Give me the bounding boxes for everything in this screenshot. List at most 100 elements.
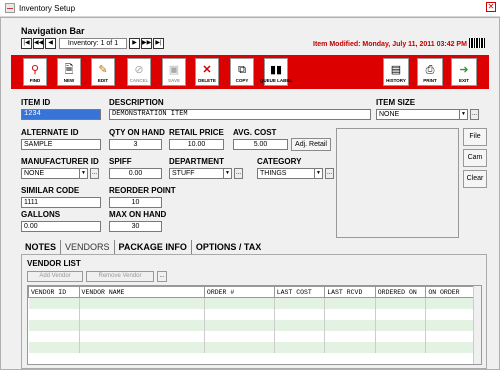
vendor-grid[interactable]: VENDOR ID VENDOR NAME ORDER # LAST COST … <box>27 285 482 365</box>
description-input[interactable]: DEMONSTRATION ITEM <box>109 109 371 120</box>
max-on-hand-label: MAX ON HAND <box>109 210 167 219</box>
alt-number-label: ALTERNATE ID <box>21 128 79 137</box>
alt-number-input[interactable]: SAMPLE <box>21 139 101 150</box>
table-row <box>28 319 481 331</box>
item-id-input[interactable]: 1234 <box>21 109 101 120</box>
item-size-select[interactable]: NONE <box>376 109 464 120</box>
category-label: CATEGORY <box>257 157 302 166</box>
prev-record-button[interactable]: ◀ <box>45 38 56 49</box>
chevron-down-icon[interactable]: ▼ <box>223 168 232 179</box>
window-title: Inventory Setup <box>19 3 76 13</box>
qty-on-hand-label: QTY ON HAND <box>109 128 165 137</box>
save-button[interactable]: ▣ SAVE <box>162 58 186 86</box>
copy-button[interactable]: ⧉ COPY <box>230 58 254 86</box>
app-icon <box>5 3 15 13</box>
department-more-button[interactable]: ... <box>234 168 243 179</box>
vendor-list-title: VENDOR LIST <box>27 259 81 268</box>
avg-cost-input[interactable]: 5.00 <box>233 139 288 150</box>
category-more-button[interactable]: ... <box>325 168 334 179</box>
item-id-label: ITEM ID <box>21 98 51 107</box>
col-order-number[interactable]: ORDER # <box>203 286 275 298</box>
col-last-cost[interactable]: LAST COST <box>273 286 326 298</box>
table-row <box>28 308 481 320</box>
qty-on-hand-input[interactable]: 3 <box>109 139 162 150</box>
save-icon: ▣ <box>168 64 180 76</box>
cancel-icon: ⊘ <box>134 64 144 76</box>
print-button[interactable]: ⎙ PRINT <box>417 58 443 86</box>
item-image-area[interactable] <box>336 128 459 238</box>
close-icon[interactable]: ✕ <box>486 2 496 12</box>
edit-icon: ✎ <box>98 64 108 76</box>
col-ordered-on[interactable]: ORDERED ON <box>374 286 427 298</box>
barcode-label-icon: ▮▮ <box>269 64 283 76</box>
col-vendor-id[interactable]: VENDOR ID <box>28 286 80 298</box>
chevron-down-icon[interactable]: ▼ <box>459 109 468 120</box>
copy-icon: ⧉ <box>238 64 246 76</box>
edit-button[interactable]: ✎ EDIT <box>91 58 115 86</box>
exit-door-icon: ➜ <box>459 64 469 76</box>
delete-icon: ✕ <box>202 64 212 76</box>
history-icon: ▤ <box>390 64 402 76</box>
avg-cost-label: AVG. COST <box>233 128 277 137</box>
col-last-rcvd[interactable]: LAST RCVD <box>324 286 376 298</box>
tab-package-info[interactable]: PACKAGE INFO <box>115 240 192 254</box>
tab-bar: NOTES VENDORS PACKAGE INFO OPTIONS / TAX <box>21 240 265 254</box>
gallons-input[interactable]: 0.00 <box>21 221 101 232</box>
item-size-more-button[interactable]: ... <box>470 109 479 120</box>
vendor-grid-header: VENDOR ID VENDOR NAME ORDER # LAST COST … <box>28 286 481 298</box>
barcode-icon <box>469 38 485 48</box>
adj-retail-button[interactable]: Adj. Retail <box>291 138 331 151</box>
new-document-icon: 🗎 <box>64 64 74 76</box>
toolbar: ⚲ FIND 🗎 NEW ✎ EDIT ⊘ CANCEL ▣ SAVE ✕ DELETE ⧉… <box>11 55 489 89</box>
find-button[interactable]: ⚲ FIND <box>23 58 47 86</box>
tab-options-tax[interactable]: OPTIONS / TAX <box>192 240 265 254</box>
next-record-button[interactable]: ▶ <box>129 38 140 49</box>
tab-vendors[interactable]: VENDORS <box>61 240 115 254</box>
record-navigator: |◀ ◀◀ ◀ Inventory: 1 of 1 ▶ ▶▶ ▶| <box>21 38 165 49</box>
table-row <box>28 341 481 353</box>
item-modified-text: Item Modified: Monday, July 11, 2011 03:… <box>313 41 467 48</box>
vertical-scrollbar[interactable] <box>473 286 481 364</box>
nav-header: Navigation Bar <box>21 26 85 36</box>
record-position: Inventory: 1 of 1 <box>59 38 127 49</box>
new-button[interactable]: 🗎 NEW <box>57 58 81 86</box>
reorder-point-label: REORDER POINT <box>109 186 176 195</box>
description-label: DESCRIPTION <box>109 98 164 107</box>
next-page-button[interactable]: ▶▶ <box>141 38 152 49</box>
department-label: DEPARTMENT <box>169 157 224 166</box>
retail-price-input[interactable]: 10.00 <box>169 139 224 150</box>
search-icon: ⚲ <box>30 64 40 76</box>
department-select[interactable]: STUFF <box>169 168 231 179</box>
reorder-point-input[interactable]: 10 <box>109 197 162 208</box>
manufacturer-id-select[interactable]: NONE <box>21 168 83 179</box>
col-vendor-name[interactable]: VENDOR NAME <box>78 286 205 298</box>
spiff-input[interactable]: 0.00 <box>109 168 162 179</box>
tab-notes[interactable]: NOTES <box>21 240 62 254</box>
file-button[interactable]: File <box>463 128 487 146</box>
table-row <box>28 330 481 342</box>
item-size-label: ITEM SIZE <box>376 98 416 107</box>
history-button[interactable]: ▤ HISTORY <box>383 58 409 86</box>
last-record-button[interactable]: ▶| <box>153 38 164 49</box>
clear-button[interactable]: Clear <box>463 170 487 188</box>
vendors-panel: VENDOR LIST Add Vendor Remove Vendor ...… <box>21 254 487 369</box>
manufacturer-id-label: MANUFACTURER ID <box>21 157 99 166</box>
retail-price-label: RETAIL PRICE <box>169 128 224 137</box>
cancel-button[interactable]: ⊘ CANCEL <box>127 58 151 86</box>
remove-vendor-button[interactable]: Remove Vendor <box>86 271 154 282</box>
cam-button[interactable]: Cam <box>463 149 487 167</box>
max-on-hand-input[interactable]: 30 <box>109 221 162 232</box>
prev-page-button[interactable]: ◀◀ <box>33 38 44 49</box>
similar-code-input[interactable]: 1111 <box>21 197 101 208</box>
gallons-label: GALLONS <box>21 210 61 219</box>
chevron-down-icon[interactable]: ▼ <box>314 168 323 179</box>
queue-label-button[interactable]: ▮▮ QUEUE LABEL <box>260 58 292 86</box>
chevron-down-icon[interactable]: ▼ <box>79 168 88 179</box>
spiff-label: SPIFF <box>109 157 132 166</box>
add-vendor-button[interactable]: Add Vendor <box>27 271 83 282</box>
delete-button[interactable]: ✕ DELETE <box>195 58 219 86</box>
first-record-button[interactable]: |◀ <box>21 38 32 49</box>
exit-button[interactable]: ➜ EXIT <box>451 58 477 86</box>
manufacturer-more-button[interactable]: ... <box>90 168 99 179</box>
vendor-more-button[interactable]: ... <box>157 271 167 282</box>
